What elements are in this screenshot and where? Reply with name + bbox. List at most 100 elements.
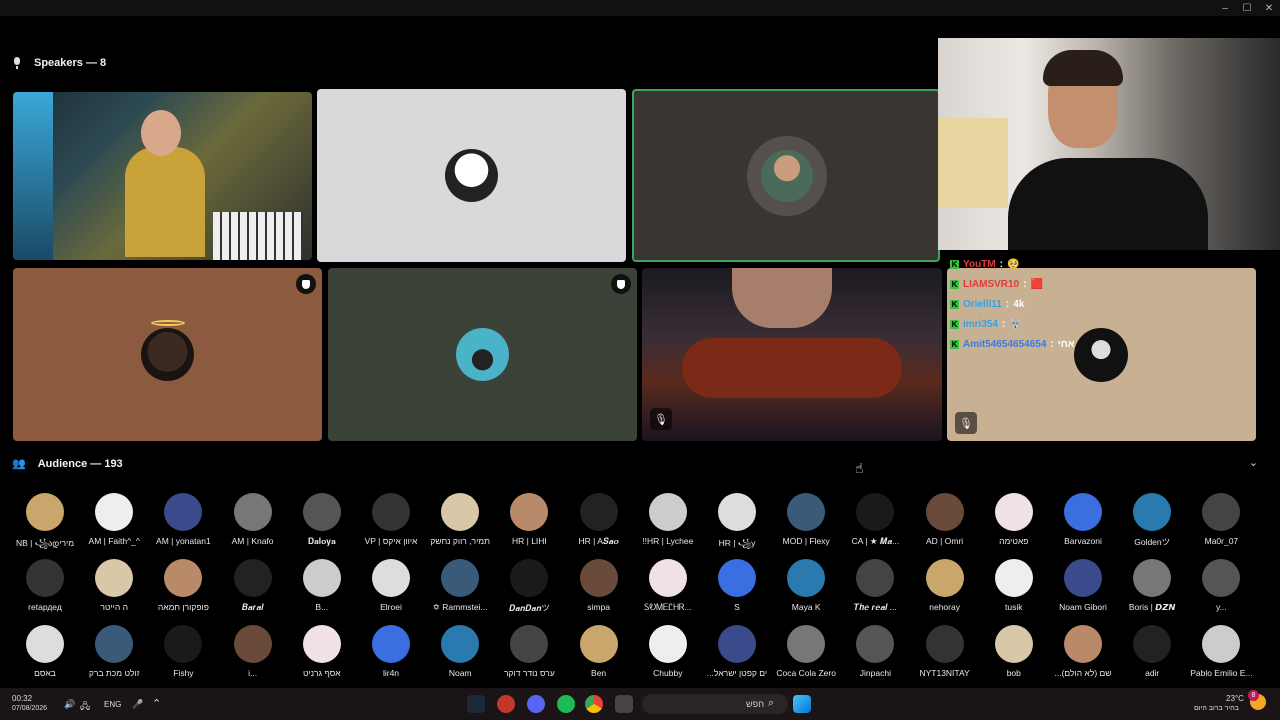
audience-member[interactable]: תמיר, רווק נחשק <box>427 493 493 546</box>
audience-member[interactable]: nehoray <box>912 559 978 612</box>
app-icon-red[interactable] <box>497 695 515 713</box>
audience-avatar <box>1064 493 1102 531</box>
audience-name: Boris | 𝘿𝙕𝙉 <box>1128 602 1176 612</box>
audience-member[interactable]: ✡ Rammstei... <box>427 559 493 613</box>
weather-temp[interactable]: 23°C <box>1226 694 1244 703</box>
audience-member[interactable]: AM | Knafo <box>220 493 286 546</box>
audience-member[interactable]: S <box>704 559 770 612</box>
audience-member[interactable]: i... <box>220 625 286 678</box>
audience-member[interactable]: CA | ★ 𝑴𝒂... <box>842 493 908 547</box>
speaker-tile-4[interactable] <box>13 268 322 441</box>
audience-member[interactable]: Jinpachi <box>842 625 908 678</box>
minimize-button[interactable]: – <box>1214 0 1236 16</box>
spotify-icon[interactable] <box>557 695 575 713</box>
discord-taskbar-icon[interactable] <box>527 695 545 713</box>
audience-member[interactable]: 𝐃𝐚𝐥𝐨𝐲𝐚 <box>289 493 355 547</box>
chat-text: 🐺 <box>1009 319 1022 330</box>
audience-member[interactable]: MOD | Flexy <box>773 493 839 546</box>
audience-member[interactable]: Coca Cola Zero <box>773 625 839 678</box>
audience-member[interactable]: NB | ꧁ადמירי <box>12 493 78 554</box>
audience-member[interactable]: Chubby <box>635 625 701 678</box>
audience-member[interactable]: פופקורן חמאה <box>150 559 216 612</box>
audience-member[interactable]: Elroei <box>358 559 424 612</box>
audience-member[interactable]: Ma0r_07 <box>1188 493 1254 546</box>
audience-member[interactable]: ᏚᎧᎷᎬᏝᎻᏒ... <box>635 559 701 613</box>
audience-member[interactable]: VP | איוון איקס <box>358 493 424 546</box>
audience-member[interactable]: y... <box>1188 559 1254 612</box>
audience-member[interactable]: באסם <box>12 625 78 678</box>
steam-icon[interactable] <box>467 695 485 713</box>
audience-member[interactable]: adir <box>1119 625 1185 678</box>
audience-member[interactable]: HR | A𝑺𝒂𝒐 <box>566 493 632 547</box>
clock-date[interactable]: 07/08/2026 <box>12 705 47 712</box>
maximize-button[interactable]: ☐ <box>1236 0 1258 16</box>
audience-member[interactable]: זולט מכת ברק <box>81 625 147 678</box>
audience-member[interactable]: NYT13NITAY <box>912 625 978 678</box>
audience-name: זולט מכת ברק <box>88 668 140 678</box>
speaker-tile-5[interactable] <box>328 268 637 441</box>
audience-member[interactable]: Goldenツ <box>1119 493 1185 548</box>
audience-member[interactable]: ערס נודר דוקר <box>496 625 562 678</box>
chat-user: Amit54654654654 <box>963 339 1047 350</box>
speaker-video-guitarist[interactable] <box>13 92 312 260</box>
collapse-chevron-icon[interactable]: ⌄ <box>1249 456 1258 469</box>
network-icon[interactable]: 🖧 <box>80 699 90 715</box>
speaker-tile-8[interactable]: 🎙 <box>947 268 1256 441</box>
speaker-tile-3-active[interactable] <box>632 89 940 262</box>
audience-member[interactable]: פאטימה <box>981 493 1047 546</box>
audience-name: NB | ꧁ადמירי <box>15 538 75 548</box>
audience-member[interactable]: אסף גרניט <box>289 625 355 678</box>
audience-avatar <box>787 559 826 597</box>
speaker-tile-2[interactable] <box>317 89 626 262</box>
audience-member[interactable]: B... <box>289 559 355 612</box>
audience-name: HR | ꧁y <box>718 538 756 548</box>
audience-name: Pablo Emilio E... <box>1190 668 1253 678</box>
audience-avatar <box>1133 625 1172 663</box>
mic-tray-icon[interactable]: 🎤 <box>132 699 143 710</box>
clock-time[interactable]: 00:32 <box>12 694 32 703</box>
taskbar-search-box[interactable]: חפש <box>642 694 788 714</box>
tray-chevron-icon[interactable]: ⌃ <box>152 697 161 710</box>
chrome-icon[interactable] <box>585 695 603 713</box>
speaker-video-guitar[interactable]: 🎙 <box>642 268 942 441</box>
weather-desc[interactable]: בהיר ברוב היום <box>1194 705 1239 712</box>
audience-member[interactable]: tusik <box>981 559 1047 612</box>
volume-icon[interactable]: 🔊 <box>64 699 75 710</box>
close-button[interactable]: ✕ <box>1258 0 1280 16</box>
audience-member[interactable]: retардед <box>12 559 78 612</box>
audience-name: MOD | Flexy <box>782 536 830 546</box>
audience-member[interactable]: 𝑫𝒂𝒏𝑫𝒂𝒏ツ <box>496 559 562 614</box>
audience-member[interactable]: AM | yonatan1 <box>150 493 216 546</box>
audience-member[interactable]: ...ים קפטן ישראל <box>704 625 770 678</box>
audience-name: HR | LIHI <box>511 536 547 546</box>
chat-text: 🟥 <box>1030 279 1043 290</box>
audience-member[interactable]: AM | Faith^_^ <box>81 493 147 546</box>
audience-member[interactable]: 𝑩𝒂𝒓𝒂𝒍 <box>220 559 286 613</box>
audience-member[interactable]: Fishy <box>150 625 216 678</box>
language-indicator[interactable]: ENG <box>104 700 121 709</box>
audience-member[interactable]: Maya K <box>773 559 839 612</box>
audience-member[interactable]: Noam <box>427 625 493 678</box>
audience-member[interactable]: HR | LIHI <box>496 493 562 546</box>
audience-member[interactable]: AD | Omri <box>912 493 978 546</box>
audience-member[interactable]: !!HR | Lychee <box>635 493 701 546</box>
windows-start-icon[interactable] <box>793 695 811 713</box>
audience-member[interactable]: ה הייטר <box>81 559 147 612</box>
audience-member[interactable]: Barvazoni <box>1050 493 1116 546</box>
audience-avatar <box>372 625 410 663</box>
window-controls: – ☐ ✕ <box>1214 0 1280 16</box>
audience-member[interactable]: Pablo Emilio E... <box>1188 625 1254 678</box>
audience-member[interactable]: bob <box>981 625 1047 678</box>
audience-member[interactable]: Noam Gibori <box>1050 559 1116 612</box>
audience-avatar <box>648 625 687 663</box>
audience-member[interactable]: Boris | 𝘿𝙕𝙉 <box>1119 559 1185 613</box>
audience-member[interactable]: HR | ꧁y <box>704 493 770 554</box>
audience-avatar <box>233 625 272 663</box>
file-explorer-icon[interactable] <box>615 695 633 713</box>
audience-member[interactable]: lir4n <box>358 625 424 678</box>
audience-member[interactable]: Ben <box>566 625 632 678</box>
audience-member[interactable]: ...שם (לא הולם) <box>1050 625 1116 678</box>
chat-user: Orielll11 <box>963 299 1002 310</box>
audience-member[interactable]: 𝑻𝒉𝒆 𝒓𝒆𝒂𝒍 ... <box>842 559 908 613</box>
audience-member[interactable]: simpa <box>566 559 632 612</box>
